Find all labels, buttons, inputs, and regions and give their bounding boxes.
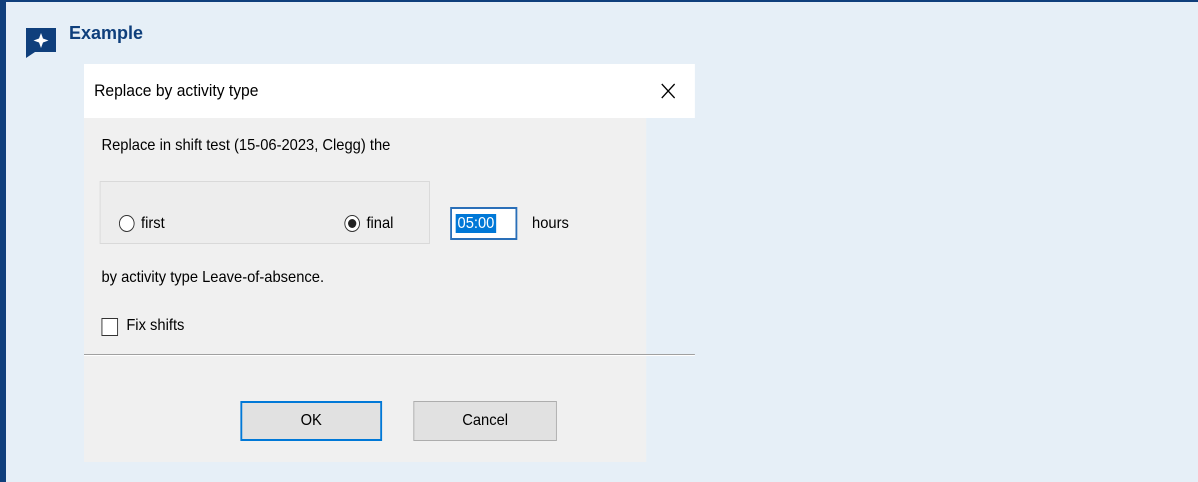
fix-shifts-label[interactable]: Fix shifts — [126, 317, 184, 335]
separator — [84, 354, 695, 356]
replace-dialog: Replace by activity type Replace in shif… — [84, 64, 695, 462]
cancel-button[interactable]: Cancel — [413, 401, 557, 441]
ok-button-label: OK — [300, 412, 322, 429]
activity-text: by activity type Leave-of-absence. — [101, 269, 325, 286]
cancel-button-label: Cancel — [462, 412, 509, 429]
callout-title: Example — [69, 23, 144, 43]
radio-first[interactable] — [118, 215, 135, 232]
radio-final[interactable] — [344, 215, 360, 232]
ok-button[interactable]: OK — [240, 401, 383, 441]
sparkle-speech-bubble-icon — [26, 28, 56, 58]
dialog-titlebar: Replace by activity type — [84, 64, 695, 118]
option-group — [99, 181, 430, 244]
fix-shifts-checkbox[interactable] — [101, 318, 119, 336]
dialog-title: Replace by activity type — [94, 81, 259, 100]
hours-label: hours — [532, 215, 569, 232]
radio-first-label[interactable]: first — [141, 215, 165, 233]
radio-final-label[interactable]: final — [366, 215, 393, 233]
hours-input-value: 05:00 — [455, 214, 497, 233]
intro-text: Replace in shift test (15-06-2023, Clegg… — [101, 137, 391, 154]
hours-input[interactable]: 05:00 — [450, 207, 518, 240]
close-icon[interactable] — [654, 76, 682, 106]
example-callout: Example Replace by activity type Replace… — [0, 0, 1198, 482]
